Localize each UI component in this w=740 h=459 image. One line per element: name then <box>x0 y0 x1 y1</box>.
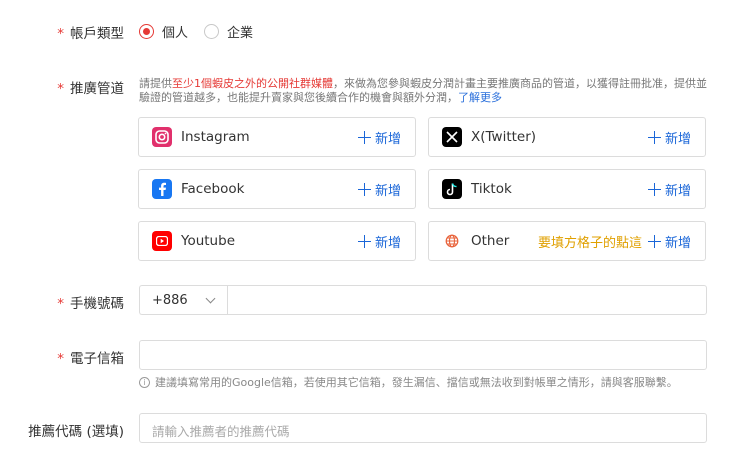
info-icon: i <box>139 376 150 388</box>
channel-card-youtube: Youtube 新增 <box>138 221 416 261</box>
chevron-down-icon <box>205 293 216 304</box>
instagram-icon <box>152 127 172 147</box>
channel-card-other: Other 要填方格子的點這 新增 <box>428 221 706 261</box>
phone-input[interactable] <box>227 285 707 315</box>
add-instagram-button[interactable]: 新增 <box>357 128 401 147</box>
channel-name: Tiktok <box>471 181 512 197</box>
youtube-icon <box>152 231 172 251</box>
add-facebook-button[interactable]: 新增 <box>357 180 401 199</box>
add-other-button[interactable]: 新增 <box>647 232 691 251</box>
channel-card-x-twitter: X(Twitter) 新增 <box>428 117 706 157</box>
referral-placeholder: 請輸入推薦者的推薦代碼 <box>152 424 290 439</box>
plus-icon <box>647 234 661 248</box>
email-hint: i 建議填寫常用的Google信箱，若使用其它信箱，發生漏信、擋信或無法收到對帳… <box>139 374 678 390</box>
channel-name: X(Twitter) <box>471 129 537 145</box>
plus-icon <box>647 182 661 196</box>
description-highlight: 至少1個蝦皮之外的公開社群媒體 <box>172 77 333 90</box>
learn-more-link[interactable]: 了解更多 <box>458 91 502 104</box>
globe-icon <box>442 231 462 251</box>
account-type-label: * 帳戶類型 <box>57 26 124 42</box>
promotion-description: 請提供至少1個蝦皮之外的公開社群媒體，來做為您參與蝦皮分潤計畫主要推廣商品的管道… <box>139 77 707 104</box>
add-youtube-button[interactable]: 新增 <box>357 232 401 251</box>
plus-icon <box>357 234 371 248</box>
referral-code-input[interactable]: 請輸入推薦者的推薦代碼 <box>139 413 707 443</box>
plus-icon <box>357 130 371 144</box>
facebook-icon <box>152 179 172 199</box>
referral-code-label: 推薦代碼 (選填) <box>28 424 124 440</box>
radio-personal[interactable]: 個人 <box>139 22 188 41</box>
add-tiktok-button[interactable]: 新增 <box>647 180 691 199</box>
add-x-twitter-button[interactable]: 新增 <box>647 128 691 147</box>
country-code-select[interactable]: +886 <box>139 285 228 315</box>
channel-card-facebook: Facebook 新增 <box>138 169 416 209</box>
radio-business[interactable]: 企業 <box>204 22 253 41</box>
other-annotation-note: 要填方格子的點這 <box>537 235 642 251</box>
email-input[interactable] <box>139 340 707 370</box>
channel-name: Instagram <box>181 129 250 145</box>
channel-name: Other <box>471 233 510 249</box>
plus-icon <box>647 130 661 144</box>
email-label: * 電子信箱 <box>57 351 124 367</box>
promotion-channels-label: * 推廣管道 <box>57 81 124 97</box>
tiktok-icon <box>442 179 462 199</box>
x-twitter-icon <box>442 127 462 147</box>
radio-unchecked-icon <box>204 24 219 39</box>
plus-icon <box>357 182 371 196</box>
channel-card-instagram: Instagram 新增 <box>138 117 416 157</box>
radio-checked-icon <box>139 24 154 39</box>
phone-label: * 手機號碼 <box>57 296 124 312</box>
channel-card-tiktok: Tiktok 新增 <box>428 169 706 209</box>
channel-name: Youtube <box>181 233 235 249</box>
channel-name: Facebook <box>181 181 245 197</box>
